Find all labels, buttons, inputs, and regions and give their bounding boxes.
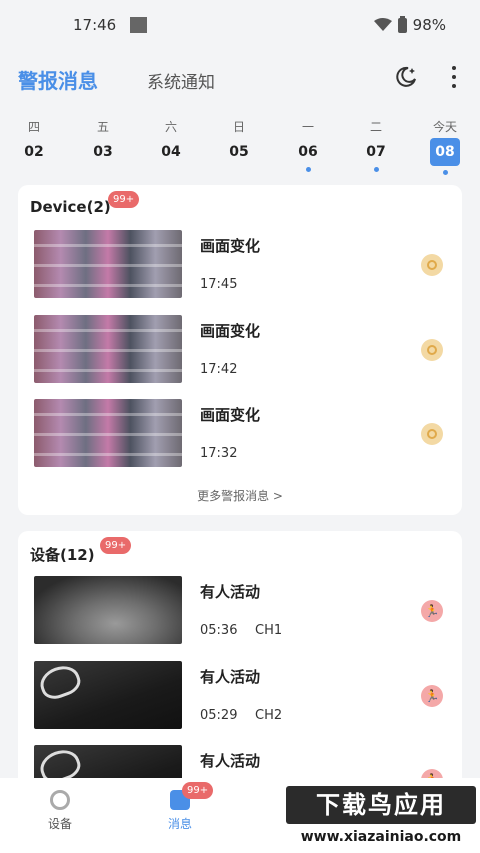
date-item[interactable]: 五 03 [83, 118, 123, 163]
weekday-label: 五 [96, 120, 109, 134]
nav-label: 设备 [47, 817, 72, 831]
weekday-label: 今天 [432, 120, 457, 134]
event-time: 17:32 [200, 446, 238, 461]
date-item[interactable]: 日 05 [219, 118, 259, 163]
event-row[interactable]: 有人活动 05:36 CH1 🏃 [18, 576, 462, 646]
battery-percent: 98% [412, 16, 446, 34]
event-thumbnail[interactable] [34, 576, 182, 644]
night-mode-icon[interactable] [394, 65, 418, 89]
event-title: 有人活动 [200, 668, 261, 686]
weekday-label: 一 [301, 120, 314, 134]
watermark-logo: 下载鸟应用 [286, 786, 476, 824]
date-item[interactable]: 一 06 [288, 118, 328, 172]
event-thumbnail[interactable] [34, 315, 182, 383]
notification-icon [130, 17, 147, 33]
event-title: 画面变化 [200, 406, 261, 424]
wifi-icon [373, 18, 392, 31]
has-events-dot [373, 167, 379, 172]
day-number: 05 [229, 144, 249, 160]
status-time: 17:46 [73, 16, 117, 34]
weekday-label: 日 [232, 120, 245, 134]
nav-badge: 99+ [182, 782, 214, 799]
unread-badge: 99+ [100, 537, 132, 554]
event-title: 有人活动 [200, 752, 261, 770]
event-title: 有人活动 [200, 583, 261, 601]
eye-icon [421, 423, 443, 445]
nav-devices[interactable]: 设备 [30, 790, 90, 832]
camera-icon [50, 790, 70, 810]
day-number: 07 [366, 144, 386, 160]
device-card: 设备(12) 99+ 有人活动 05:36 CH1 🏃 有人活动 05:29 C… [18, 531, 462, 813]
date-item[interactable]: 二 07 [356, 118, 396, 172]
eye-icon [421, 254, 443, 276]
watermark: 下载鸟应用 www.xiazainiao.com [286, 786, 476, 850]
event-row[interactable]: 画面变化 17:45 [18, 230, 462, 300]
weekday-label: 四 [27, 120, 40, 134]
event-thumbnail[interactable] [34, 399, 182, 467]
unread-badge: 99+ [108, 191, 140, 208]
more-vertical-icon[interactable] [444, 64, 464, 90]
weekday-label: 二 [369, 120, 382, 134]
event-thumbnail[interactable] [34, 230, 182, 298]
nav-label: 消息 [167, 817, 192, 831]
event-title: 画面变化 [200, 322, 261, 340]
event-time: 05:36 [200, 623, 238, 638]
watermark-url: www.xiazainiao.com [286, 826, 476, 848]
day-number: 08 [430, 138, 460, 166]
tab-alarm-messages[interactable]: 警报消息 [18, 65, 98, 94]
day-number: 03 [93, 144, 113, 160]
event-thumbnail[interactable] [34, 661, 182, 729]
day-number: 04 [161, 144, 181, 160]
card-title[interactable]: Device(2) [30, 198, 111, 216]
card-title[interactable]: 设备(12) [30, 544, 95, 565]
status-bar: 17:46 98% [0, 0, 480, 50]
event-channel: CH1 [255, 623, 283, 638]
running-person-icon: 🏃 [421, 685, 443, 707]
eye-icon [421, 339, 443, 361]
date-item-today[interactable]: 今天 08 [425, 118, 465, 175]
event-row[interactable]: 画面变化 17:32 [18, 399, 462, 469]
event-title: 画面变化 [200, 237, 261, 255]
tab-system-notifications[interactable]: 系统通知 [147, 68, 215, 93]
event-row[interactable]: 有人活动 05:29 CH2 🏃 [18, 661, 462, 731]
has-events-dot [442, 170, 448, 175]
running-person-icon: 🏃 [421, 600, 443, 622]
device-card: Device(2) 99+ 画面变化 17:45 画面变化 17:42 画面变化… [18, 185, 462, 515]
event-time: 05:29 [200, 708, 238, 723]
event-row[interactable]: 画面变化 17:42 [18, 315, 462, 385]
status-right: 98% [373, 15, 446, 34]
event-time: 17:42 [200, 362, 238, 377]
date-item[interactable]: 四 02 [14, 118, 54, 163]
event-channel: CH2 [255, 708, 283, 723]
has-events-dot [305, 167, 311, 172]
weekday-label: 六 [164, 120, 177, 134]
event-time: 17:45 [200, 277, 238, 292]
battery-icon [397, 15, 407, 33]
day-number: 02 [24, 144, 44, 160]
more-alarms-link[interactable]: 更多警报消息 > [18, 487, 462, 504]
date-strip: 四 02 五 03 六 04 日 05 一 06 二 07 今天 08 [0, 118, 480, 178]
date-item[interactable]: 六 04 [151, 118, 191, 163]
day-number: 06 [298, 144, 318, 160]
header: 警报消息 系统通知 [0, 50, 480, 110]
